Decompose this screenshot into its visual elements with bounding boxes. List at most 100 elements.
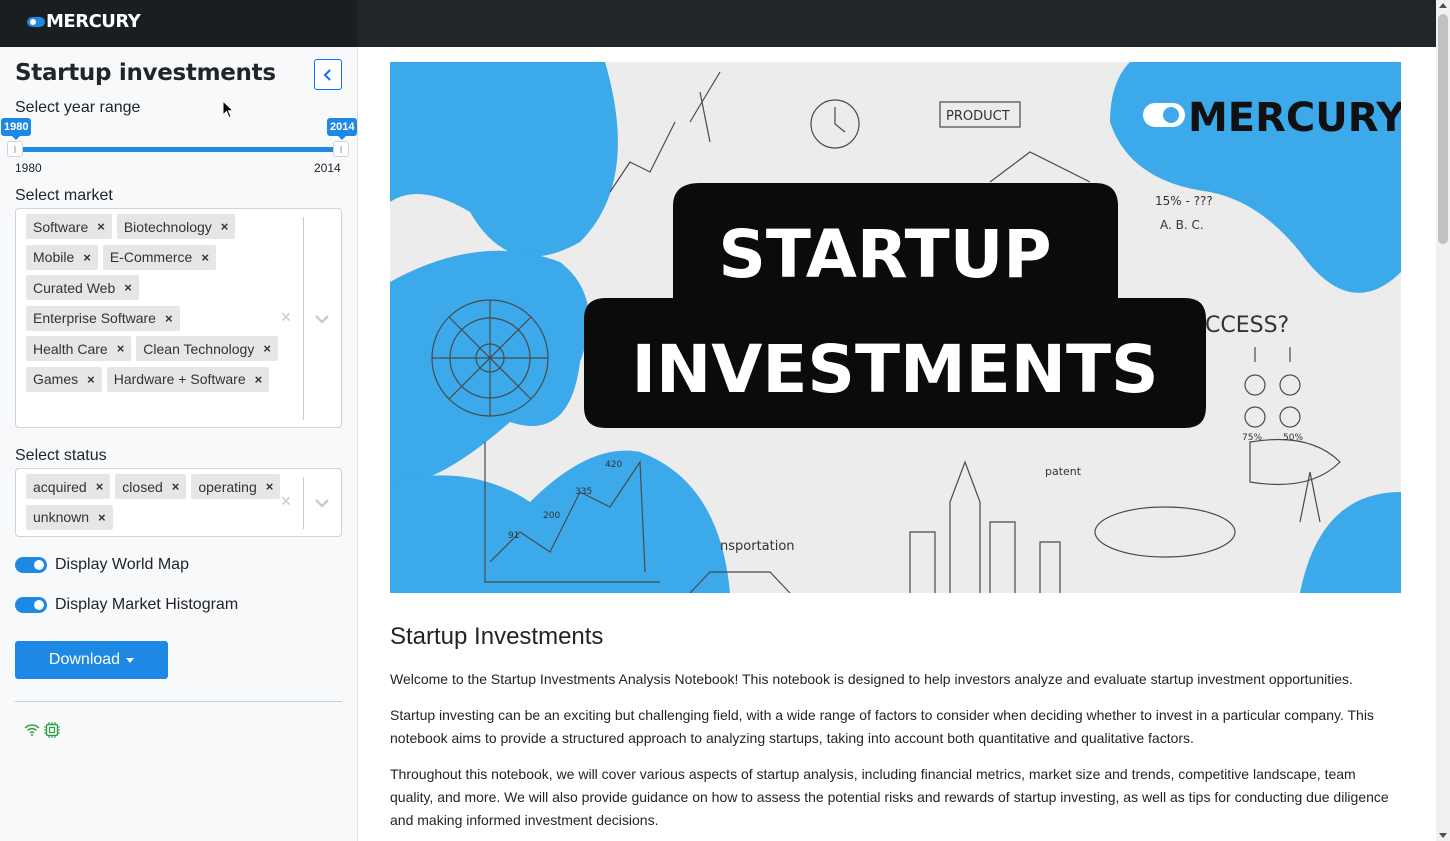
selected-chip: Software × bbox=[26, 214, 112, 239]
remove-chip-icon[interactable]: × bbox=[263, 341, 271, 356]
mercury-logo[interactable]: MERCURY bbox=[27, 11, 141, 32]
sketch-patent-label: patent bbox=[1045, 465, 1082, 478]
banner-title-line2: INVESTMENTS bbox=[631, 331, 1158, 408]
selected-chip: closed × bbox=[115, 474, 187, 499]
chip-label: Mobile bbox=[33, 249, 75, 265]
intro-paragraph: Welcome to the Startup Investments Analy… bbox=[390, 671, 1353, 687]
chevron-left-icon bbox=[323, 68, 331, 81]
banner-illustration: PRODUCT 15% - ??? A. B. C. CCESS? 420 33… bbox=[390, 62, 1401, 593]
slider-handle-to[interactable] bbox=[333, 141, 349, 157]
chevron-down-icon[interactable] bbox=[313, 497, 331, 509]
page-title: Startup Investments bbox=[390, 623, 604, 650]
remove-chip-icon[interactable]: × bbox=[124, 280, 132, 295]
caret-down-icon bbox=[126, 657, 135, 663]
chip-label: Biotechnology bbox=[123, 218, 212, 235]
remove-chip-icon[interactable]: × bbox=[221, 219, 229, 234]
banner-image: PRODUCT 15% - ??? A. B. C. CCESS? 420 33… bbox=[390, 62, 1401, 593]
sketch-200-label: 200 bbox=[543, 511, 560, 521]
selected-chip: Enterprise Software × bbox=[26, 305, 180, 331]
world-map-switch[interactable] bbox=[15, 557, 47, 573]
chip-label: operating bbox=[198, 478, 257, 495]
remove-chip-icon[interactable]: × bbox=[98, 510, 106, 525]
navbar-brand-area: MERCURY bbox=[0, 0, 357, 47]
market-histogram-switch[interactable] bbox=[15, 597, 47, 613]
chip-label: E-Commerce bbox=[109, 249, 193, 265]
chip-label: Enterprise Software bbox=[33, 310, 156, 326]
chip-label: Clean Technology bbox=[143, 340, 255, 357]
selected-chip: Hardware + Software × bbox=[106, 366, 270, 392]
market-label: Select market bbox=[15, 187, 113, 204]
status-separator bbox=[303, 477, 304, 529]
banner-title-line1: STARTUP bbox=[718, 216, 1051, 293]
year-range-label: Select year range bbox=[15, 99, 141, 116]
overview-paragraph: Startup investing can be an exciting but… bbox=[390, 707, 1374, 746]
chip-label: Games bbox=[33, 371, 79, 387]
mouse-cursor-icon bbox=[222, 100, 234, 119]
connection-status bbox=[24, 722, 60, 738]
selected-chip: unknown × bbox=[26, 504, 113, 530]
slider-to-tooltip: 2014 bbox=[327, 118, 358, 140]
selected-chip: Mobile × bbox=[26, 244, 98, 270]
scroll-down-arrow-icon[interactable] bbox=[1439, 833, 1447, 838]
sketch-transportation-label: nsportation bbox=[720, 539, 795, 554]
market-multiselect[interactable]: Software × Biotechnology × Mobile × E-Commerce… bbox=[15, 208, 342, 428]
collapse-sidebar-button[interactable] bbox=[314, 59, 342, 90]
clear-status-icon[interactable]: × bbox=[279, 491, 293, 512]
status-label: Select status bbox=[15, 447, 107, 464]
selected-chip: operating × bbox=[191, 474, 281, 499]
remove-chip-icon[interactable]: × bbox=[172, 479, 180, 494]
cpu-icon bbox=[44, 722, 60, 738]
selected-chip: E-Commerce × bbox=[102, 244, 216, 270]
sidebar: Startup investments Select year range 19… bbox=[0, 47, 358, 841]
remove-chip-icon[interactable]: × bbox=[201, 250, 209, 265]
sketch-success-label: CCESS? bbox=[1205, 313, 1289, 338]
main-content: PRODUCT 15% - ??? A. B. C. CCESS? 420 33… bbox=[358, 47, 1436, 841]
sketch-product-label: PRODUCT bbox=[946, 109, 1010, 124]
top-navbar: MERCURY bbox=[0, 0, 1436, 47]
wifi-icon bbox=[24, 724, 40, 736]
market-separator bbox=[303, 217, 304, 420]
sketch-420-label: 420 bbox=[605, 460, 622, 470]
remove-chip-icon[interactable]: × bbox=[87, 372, 95, 387]
selected-chip: Games × bbox=[26, 366, 102, 392]
chip-label: Hardware + Software bbox=[113, 371, 246, 387]
clear-market-icon[interactable]: × bbox=[279, 307, 293, 328]
toggle-logo-icon bbox=[27, 16, 45, 27]
chevron-down-icon[interactable] bbox=[313, 313, 331, 325]
remove-chip-icon[interactable]: × bbox=[96, 479, 104, 494]
year-range-track[interactable] bbox=[15, 147, 342, 152]
chip-label: Curated Web bbox=[33, 279, 116, 296]
sketch-91-label: 91 bbox=[508, 531, 519, 541]
world-map-toggle-label: Display World Map bbox=[55, 556, 189, 573]
scroll-up-arrow-icon[interactable] bbox=[1439, 3, 1447, 8]
chip-label: Software bbox=[33, 218, 89, 235]
remove-chip-icon[interactable]: × bbox=[255, 372, 263, 387]
sketch-75pct-label: 75% bbox=[1242, 433, 1262, 443]
sidebar-title: Startup investments bbox=[15, 60, 276, 86]
slider-handle-from[interactable] bbox=[7, 141, 23, 157]
download-label: Download bbox=[48, 651, 121, 668]
chip-label: unknown bbox=[33, 509, 90, 525]
selected-chip: Biotechnology × bbox=[116, 214, 236, 239]
remove-chip-icon[interactable]: × bbox=[97, 219, 105, 234]
page-scrollbar[interactable] bbox=[1436, 0, 1450, 841]
chip-label: closed bbox=[122, 478, 163, 495]
remove-chip-icon[interactable]: × bbox=[83, 250, 91, 265]
market-histogram-toggle-row[interactable]: Display Market Histogram bbox=[15, 596, 238, 614]
world-map-toggle-row[interactable]: Display World Map bbox=[15, 556, 189, 574]
remove-chip-icon[interactable]: × bbox=[165, 311, 173, 326]
scroll-thumb[interactable] bbox=[1438, 14, 1448, 244]
sketch-abc-label: A. B. C. bbox=[1160, 218, 1204, 232]
download-button[interactable]: Download bbox=[15, 641, 168, 679]
slider-from-tooltip: 1980 bbox=[1, 118, 32, 140]
selected-chip: Clean Technology × bbox=[136, 336, 278, 361]
remove-chip-icon[interactable]: × bbox=[266, 479, 274, 494]
sidebar-divider bbox=[15, 701, 342, 702]
chip-label: acquired bbox=[33, 478, 87, 495]
remove-chip-icon[interactable]: × bbox=[117, 341, 125, 356]
selected-chip: Health Care × bbox=[26, 336, 132, 361]
status-multiselect[interactable]: acquired × closed × operating × unknown × × bbox=[15, 468, 342, 537]
banner-brand-text: MERCURY bbox=[1188, 95, 1401, 141]
slider-scale-min: 1980 bbox=[15, 161, 42, 175]
market-chips: Software × Biotechnology × Mobile × E-Commerce… bbox=[26, 212, 286, 395]
